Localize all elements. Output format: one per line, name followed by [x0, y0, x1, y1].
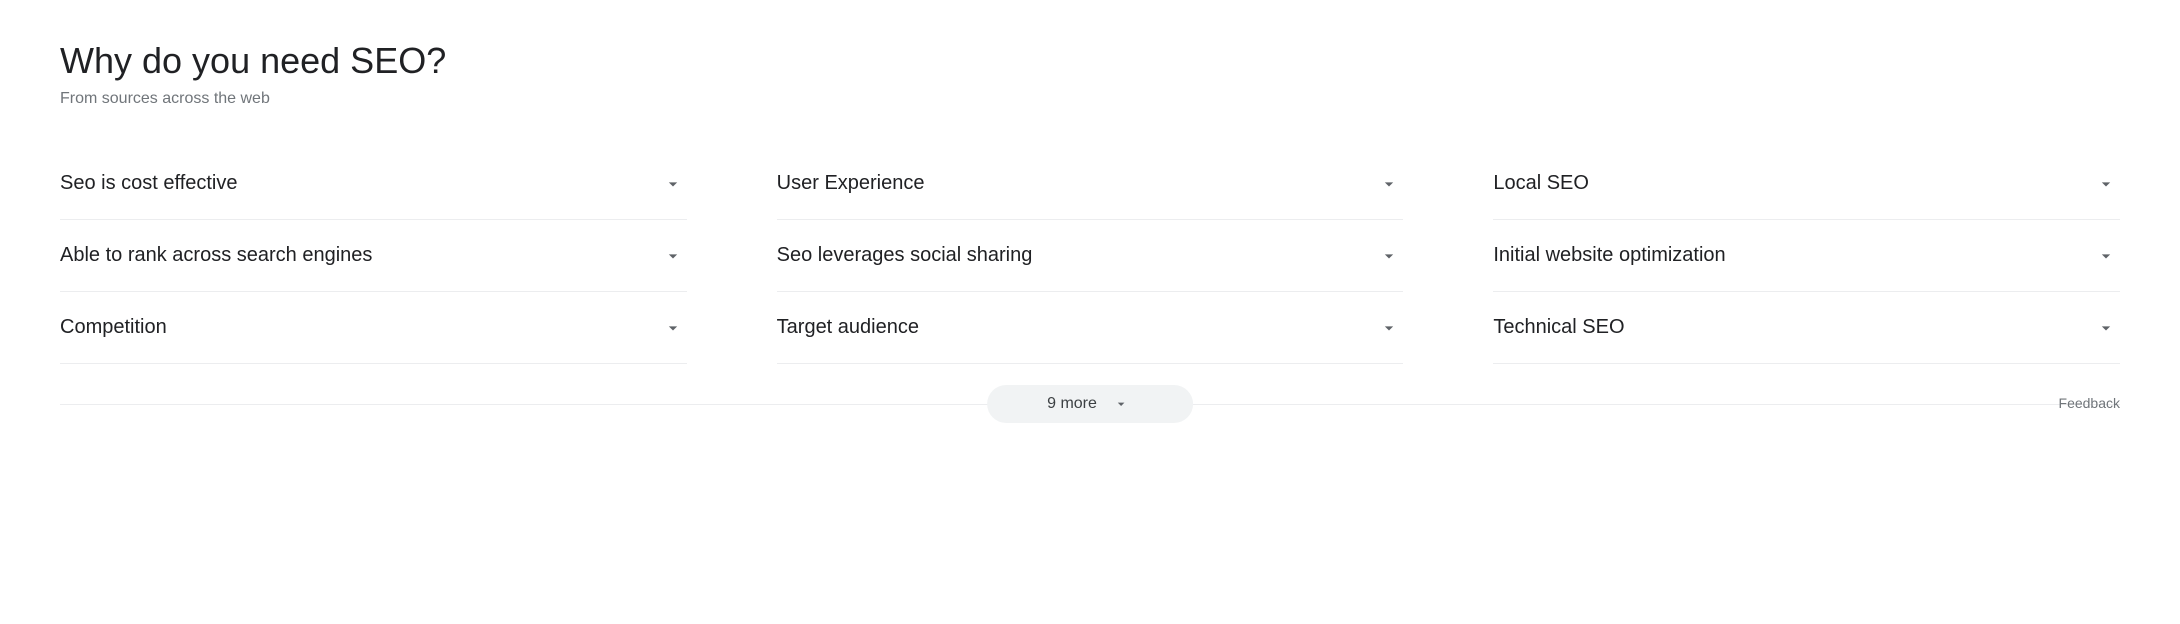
chevron-down-icon [663, 174, 683, 194]
reason-item[interactable]: Technical SEO [1493, 292, 2120, 364]
chevron-down-icon [1379, 318, 1399, 338]
reason-item[interactable]: User Experience [777, 148, 1404, 220]
reason-label: Initial website optimization [1493, 244, 1725, 267]
chevron-down-icon [2096, 246, 2116, 266]
chevron-down-icon [1379, 246, 1399, 266]
feedback-link[interactable]: Feedback [2059, 395, 2120, 411]
section-footer: 9 more Feedback [60, 404, 2120, 444]
section-heading: Why do you need SEO? [60, 40, 2120, 82]
section-subheading: From sources across the web [60, 90, 2120, 108]
reasons-grid: Seo is cost effective User Experience Lo… [60, 148, 2120, 364]
chevron-down-icon [663, 318, 683, 338]
chevron-down-icon [2096, 318, 2116, 338]
show-more-label: 9 more [1047, 395, 1097, 413]
reason-item[interactable]: Competition [60, 292, 687, 364]
reason-item[interactable]: Target audience [777, 292, 1404, 364]
reason-label: Able to rank across search engines [60, 244, 372, 267]
reason-label: Local SEO [1493, 172, 1589, 195]
reason-label: Seo leverages social sharing [777, 244, 1033, 267]
reason-label: Target audience [777, 316, 919, 339]
chevron-down-icon [1113, 396, 1129, 412]
reason-label: Technical SEO [1493, 316, 1624, 339]
reason-label: Seo is cost effective [60, 172, 238, 195]
chevron-down-icon [663, 246, 683, 266]
show-more-button[interactable]: 9 more [987, 385, 1193, 423]
reason-item[interactable]: Seo leverages social sharing [777, 220, 1404, 292]
reason-item[interactable]: Seo is cost effective [60, 148, 687, 220]
reason-item[interactable]: Local SEO [1493, 148, 2120, 220]
reason-label: User Experience [777, 172, 925, 195]
reason-item[interactable]: Able to rank across search engines [60, 220, 687, 292]
reason-item[interactable]: Initial website optimization [1493, 220, 2120, 292]
reason-label: Competition [60, 316, 167, 339]
chevron-down-icon [1379, 174, 1399, 194]
chevron-down-icon [2096, 174, 2116, 194]
